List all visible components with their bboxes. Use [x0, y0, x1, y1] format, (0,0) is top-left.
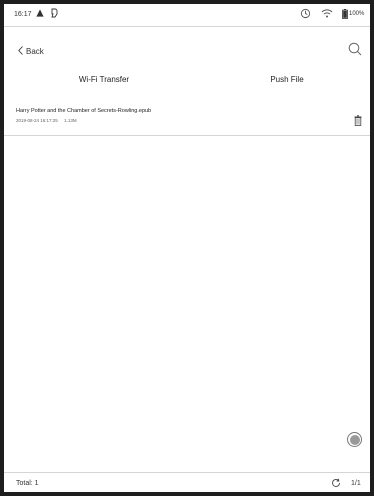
device-screen: 16:17 100% Back Wi-Fi Transfer Push File… — [4, 4, 370, 492]
tab-push-file[interactable]: Push File — [204, 68, 370, 92]
status-time: 16:17 — [14, 11, 32, 18]
file-list-item[interactable]: Harry Potter and the Chamber of Secrets-… — [4, 101, 370, 136]
tab-bar: Wi-Fi Transfer Push File — [4, 68, 370, 92]
header: Back Wi-Fi Transfer Push File — [4, 26, 370, 106]
file-name: Harry Potter and the Chamber of Secrets-… — [16, 108, 152, 114]
battery-icon — [342, 9, 348, 21]
file-size: 1.13M — [64, 118, 77, 123]
wifi-icon — [321, 8, 333, 21]
back-button[interactable]: Back — [18, 44, 44, 58]
sync-icon — [300, 8, 311, 21]
page-indicator: 1/1 — [351, 480, 361, 487]
warning-icon — [36, 9, 44, 19]
trash-icon[interactable] — [354, 113, 362, 126]
floating-button-dot — [349, 434, 360, 445]
back-chevron-icon — [18, 45, 23, 57]
back-label: Back — [26, 46, 44, 56]
status-bar: 16:17 100% — [4, 4, 370, 27]
file-date: 2019-08-24 16:17:25 — [16, 118, 58, 123]
file-meta: 2019-08-24 16:17:25 1.13M — [16, 118, 82, 123]
notification-icon — [50, 8, 58, 20]
floating-button[interactable] — [347, 432, 362, 447]
tab-wifi-transfer[interactable]: Wi-Fi Transfer — [4, 68, 204, 92]
footer: Total: 1 1/1 — [4, 472, 370, 492]
search-icon[interactable] — [348, 42, 362, 56]
total-count: Total: 1 — [16, 480, 39, 487]
battery-percent: 100% — [349, 11, 365, 17]
refresh-icon[interactable] — [331, 478, 341, 488]
